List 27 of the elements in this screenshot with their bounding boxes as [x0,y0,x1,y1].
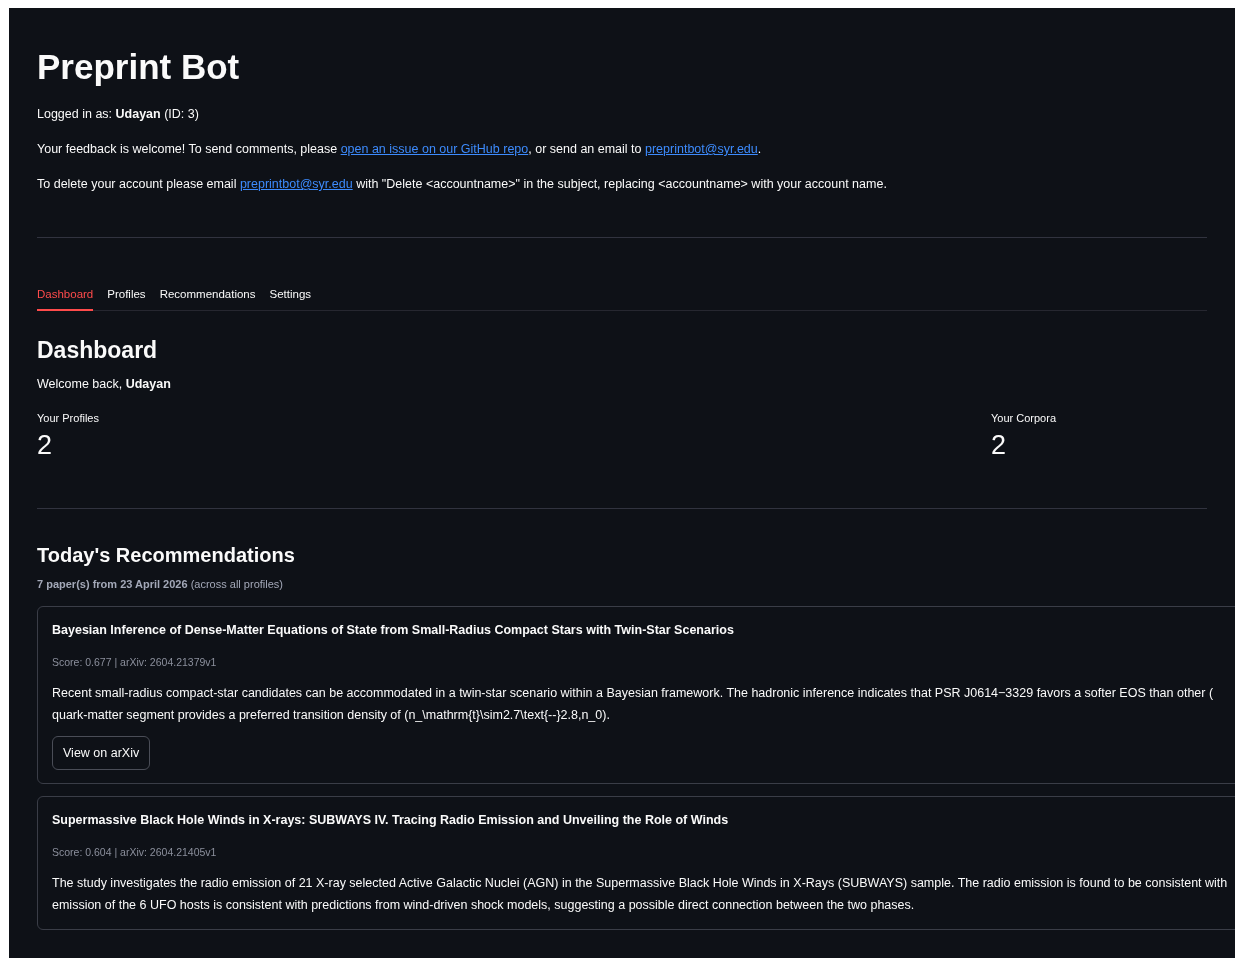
email-link[interactable]: preprintbot@syr.edu [239,177,353,191]
paper-abstract: emission of the 6 UFO hosts is consistent with predictions from wind-driven shock models, suggesting a possible direct connection between the two phases. [52,897,915,914]
paper-title: Bayesian Inference of Dense-Matter Equations of State from Small-Radius Compact Stars with Twin-Star Scenarios [52,623,734,637]
section-heading: Today's Recommendations [37,543,296,568]
tab[interactable]: Profiles [107,288,146,311]
paper-abstract: The study investigates the radio emission of 21 X-ray selected Active Galactic Nuclei (AGN) in the Supermassive Black Hole Winds in X-Rays (SUBWAYS) sample. The radio emission is found to be consistent with [52,875,1228,892]
paper-abstract: Recent small-radius compact-star candidates can be accommodated in a twin-star scenario within a Bayesian framework. The hadronic inference indicates that PSR J0614−3329 favors a softer EOS than other ( [52,685,1214,702]
paper-abstract: quark-matter segment provides a preferred transition density of (n_\mathrm{t}\sim2.7\text{--}2.8,n_0). [52,707,610,724]
feedback-text: Your feedback is welcome! To send comments, please open an issue on our GitHub repo, or send an email to preprintbot@syr.edu. [37,141,763,157]
metric-value: 2 [37,430,54,460]
login-status: Logged in as: Udayan (ID: 3) [37,106,200,122]
tab[interactable]: Recommendations [159,288,256,311]
tab[interactable]: Dashboard [37,288,94,311]
app-title: Preprint Bot [37,46,241,88]
metric-label: Your Profiles [37,412,100,424]
paper-score: Score: 0.677 | arXiv: 2604.21379v1 [52,656,217,668]
delete-account-text: To delete your account please email preprintbot@syr.edu with "Delete <accountname>" in the subject, replacing <accountname> with your account name. [37,176,888,192]
paper-title: Supermassive Black Hole Winds in X-rays: SUBWAYS IV. Tracing Radio Emission and Unveiling the Role of Winds [52,813,729,827]
metric-label: Your Corpora [991,412,1058,424]
recommendations-summary: 7 paper(s) from 23 April 2026 (across all profiles) [37,578,284,590]
welcome-text: Welcome back, Udayan [37,376,172,392]
view-on-arxiv-button[interactable]: View on arXiv [52,736,151,770]
section-heading: Dashboard [37,336,159,364]
email-link[interactable]: preprintbot@syr.edu [645,142,758,156]
tab[interactable]: Settings [269,288,312,311]
paper-score: Score: 0.604 | arXiv: 2604.21405v1 [52,846,217,858]
metric-value: 2 [991,430,1008,460]
